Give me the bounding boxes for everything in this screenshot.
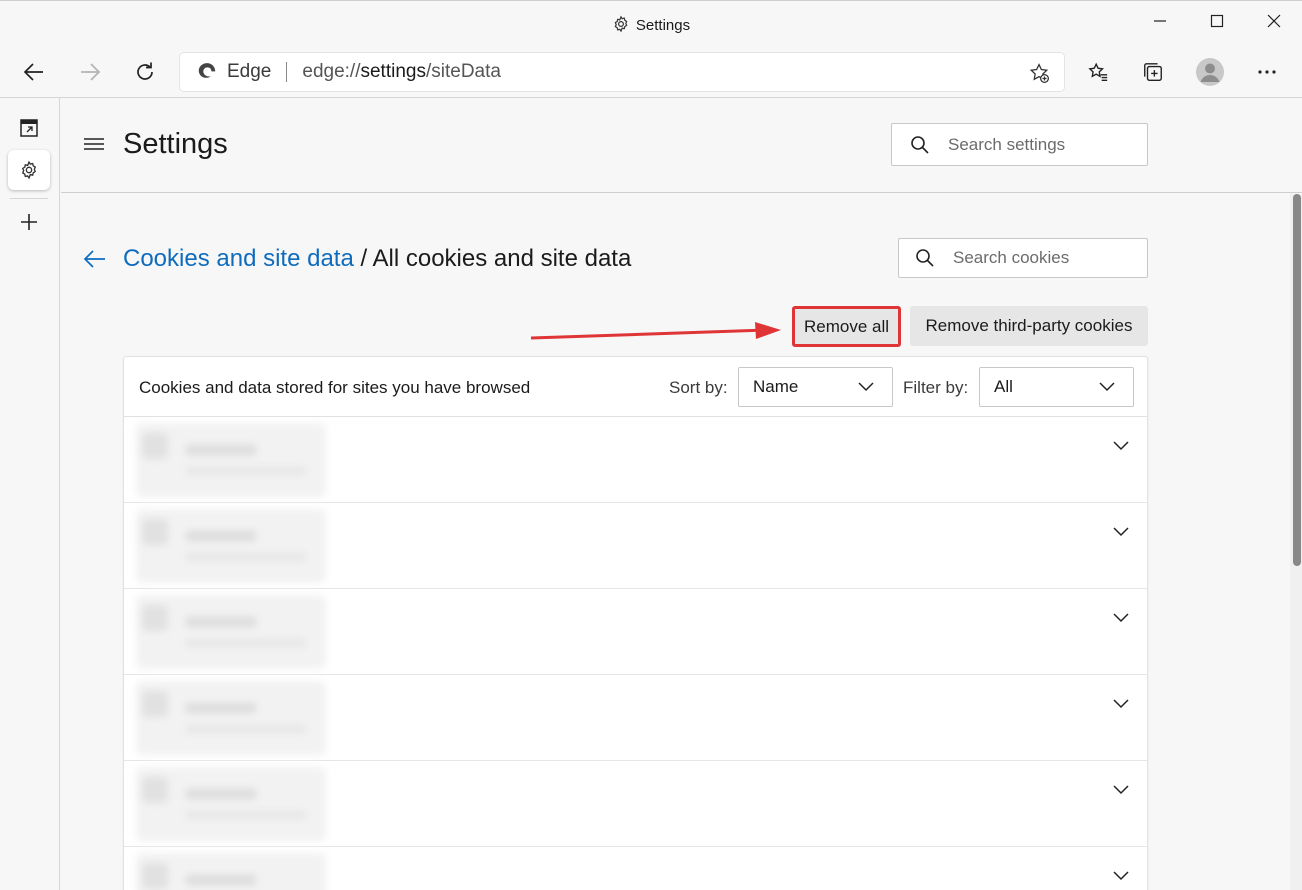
settings-content: Cookies and site data / All cookies and …	[61, 194, 1290, 890]
chevron-down-icon[interactable]	[1113, 613, 1129, 623]
vertical-tabs-strip	[0, 98, 60, 890]
settings-search-input[interactable]: Search settings	[891, 123, 1148, 166]
blurred-site-info	[136, 423, 326, 497]
collections-button[interactable]	[1135, 54, 1171, 90]
minimize-button[interactable]	[1132, 1, 1188, 41]
chevron-down-icon[interactable]	[1113, 871, 1129, 881]
site-identity-label: Edge	[227, 61, 272, 82]
settings-header: Settings Search settings	[61, 98, 1302, 193]
cookies-card-header: Cookies and data stored for sites you ha…	[124, 357, 1147, 417]
filter-select[interactable]: All	[979, 367, 1134, 407]
more-options-button[interactable]	[1249, 54, 1285, 90]
more-icon	[1258, 70, 1276, 74]
blurred-site-info	[136, 767, 326, 841]
site-row[interactable]	[124, 847, 1147, 890]
chevron-down-icon	[1099, 382, 1115, 392]
forward-button[interactable]	[72, 54, 108, 90]
edge-logo-icon	[196, 59, 218, 86]
blurred-site-info	[136, 509, 326, 583]
sort-select[interactable]: Name	[738, 367, 893, 407]
collections-icon	[1144, 63, 1162, 81]
chevron-down-icon[interactable]	[1113, 785, 1129, 795]
profile-button[interactable]	[1192, 54, 1228, 90]
tab-settings[interactable]	[8, 150, 50, 190]
hamburger-icon	[84, 138, 104, 150]
address-bar[interactable]: Edge edge://settings/siteData	[180, 53, 1064, 91]
arrow-left-icon	[83, 250, 105, 268]
title-bar: Settings	[0, 0, 1302, 46]
refresh-button[interactable]	[127, 54, 163, 90]
site-row[interactable]	[124, 417, 1147, 503]
breadcrumb-current: All cookies and site data	[372, 245, 632, 272]
search-icon	[911, 135, 929, 154]
annotation-arrow	[530, 322, 781, 340]
scrollbar-thumb[interactable]	[1293, 194, 1301, 566]
avatar	[1196, 58, 1224, 86]
back-to-cookies-button[interactable]	[83, 248, 107, 275]
page-scrollbar[interactable]	[1290, 194, 1302, 890]
settings-search-placeholder: Search settings	[948, 134, 1066, 154]
close-button[interactable]	[1246, 1, 1302, 41]
site-row[interactable]	[124, 675, 1147, 761]
site-row[interactable]	[124, 761, 1147, 847]
minimize-icon	[1154, 20, 1166, 22]
breadcrumb-separator: /	[353, 245, 373, 272]
site-row[interactable]	[124, 503, 1147, 589]
url-text[interactable]: edge://settings/siteData	[302, 61, 501, 83]
breadcrumb: Cookies and site data / All cookies and …	[123, 245, 631, 273]
chevron-down-icon[interactable]	[1113, 527, 1129, 537]
maximize-icon	[1210, 14, 1224, 28]
window-title: Settings	[0, 15, 1302, 37]
gear-icon	[21, 160, 37, 180]
filter-value: All	[994, 377, 1013, 396]
search-icon	[916, 249, 934, 267]
blurred-site-info	[136, 853, 326, 890]
chevron-down-icon	[858, 382, 874, 392]
search-cookies-placeholder: Search cookies	[953, 248, 1070, 267]
site-row[interactable]	[124, 589, 1147, 675]
arrow-left-icon	[23, 63, 43, 81]
search-cookies-input[interactable]: Search cookies	[898, 238, 1148, 278]
arrow-right-icon	[81, 63, 101, 81]
menu-button[interactable]	[83, 135, 105, 158]
filter-label: Filter by:	[903, 378, 969, 397]
strip-divider	[10, 198, 48, 199]
page-title: Settings	[123, 128, 228, 160]
chevron-down-icon[interactable]	[1113, 441, 1129, 451]
browser-toolbar: Edge edge://settings/siteData	[0, 46, 1302, 98]
back-button[interactable]	[16, 54, 52, 90]
remove-all-button[interactable]: Remove all	[792, 306, 901, 347]
add-favorite-icon[interactable]	[1028, 62, 1050, 89]
cookies-description: Cookies and data stored for sites you ha…	[139, 378, 531, 397]
window-title-text: Settings	[635, 17, 691, 34]
cookies-card: Cookies and data stored for sites you ha…	[123, 356, 1148, 890]
blurred-site-info	[136, 595, 326, 669]
sort-value: Name	[753, 377, 799, 396]
favorites-icon	[1088, 62, 1108, 81]
remove-third-party-cookies-button[interactable]: Remove third-party cookies	[910, 306, 1148, 346]
tab-actions-button[interactable]	[8, 108, 50, 148]
breadcrumb-link-cookies[interactable]: Cookies and site data	[123, 245, 354, 272]
chevron-down-icon[interactable]	[1113, 699, 1129, 709]
refresh-icon	[137, 62, 153, 80]
gear-icon	[612, 15, 630, 37]
maximize-button[interactable]	[1189, 1, 1245, 41]
blurred-site-info	[136, 681, 326, 755]
sort-label: Sort by:	[669, 378, 728, 397]
tab-actions-icon	[20, 119, 38, 137]
favorites-button[interactable]	[1080, 54, 1116, 90]
close-icon	[1267, 14, 1281, 28]
new-tab-button[interactable]	[8, 202, 50, 242]
address-separator	[286, 62, 288, 82]
plus-icon	[21, 214, 37, 230]
